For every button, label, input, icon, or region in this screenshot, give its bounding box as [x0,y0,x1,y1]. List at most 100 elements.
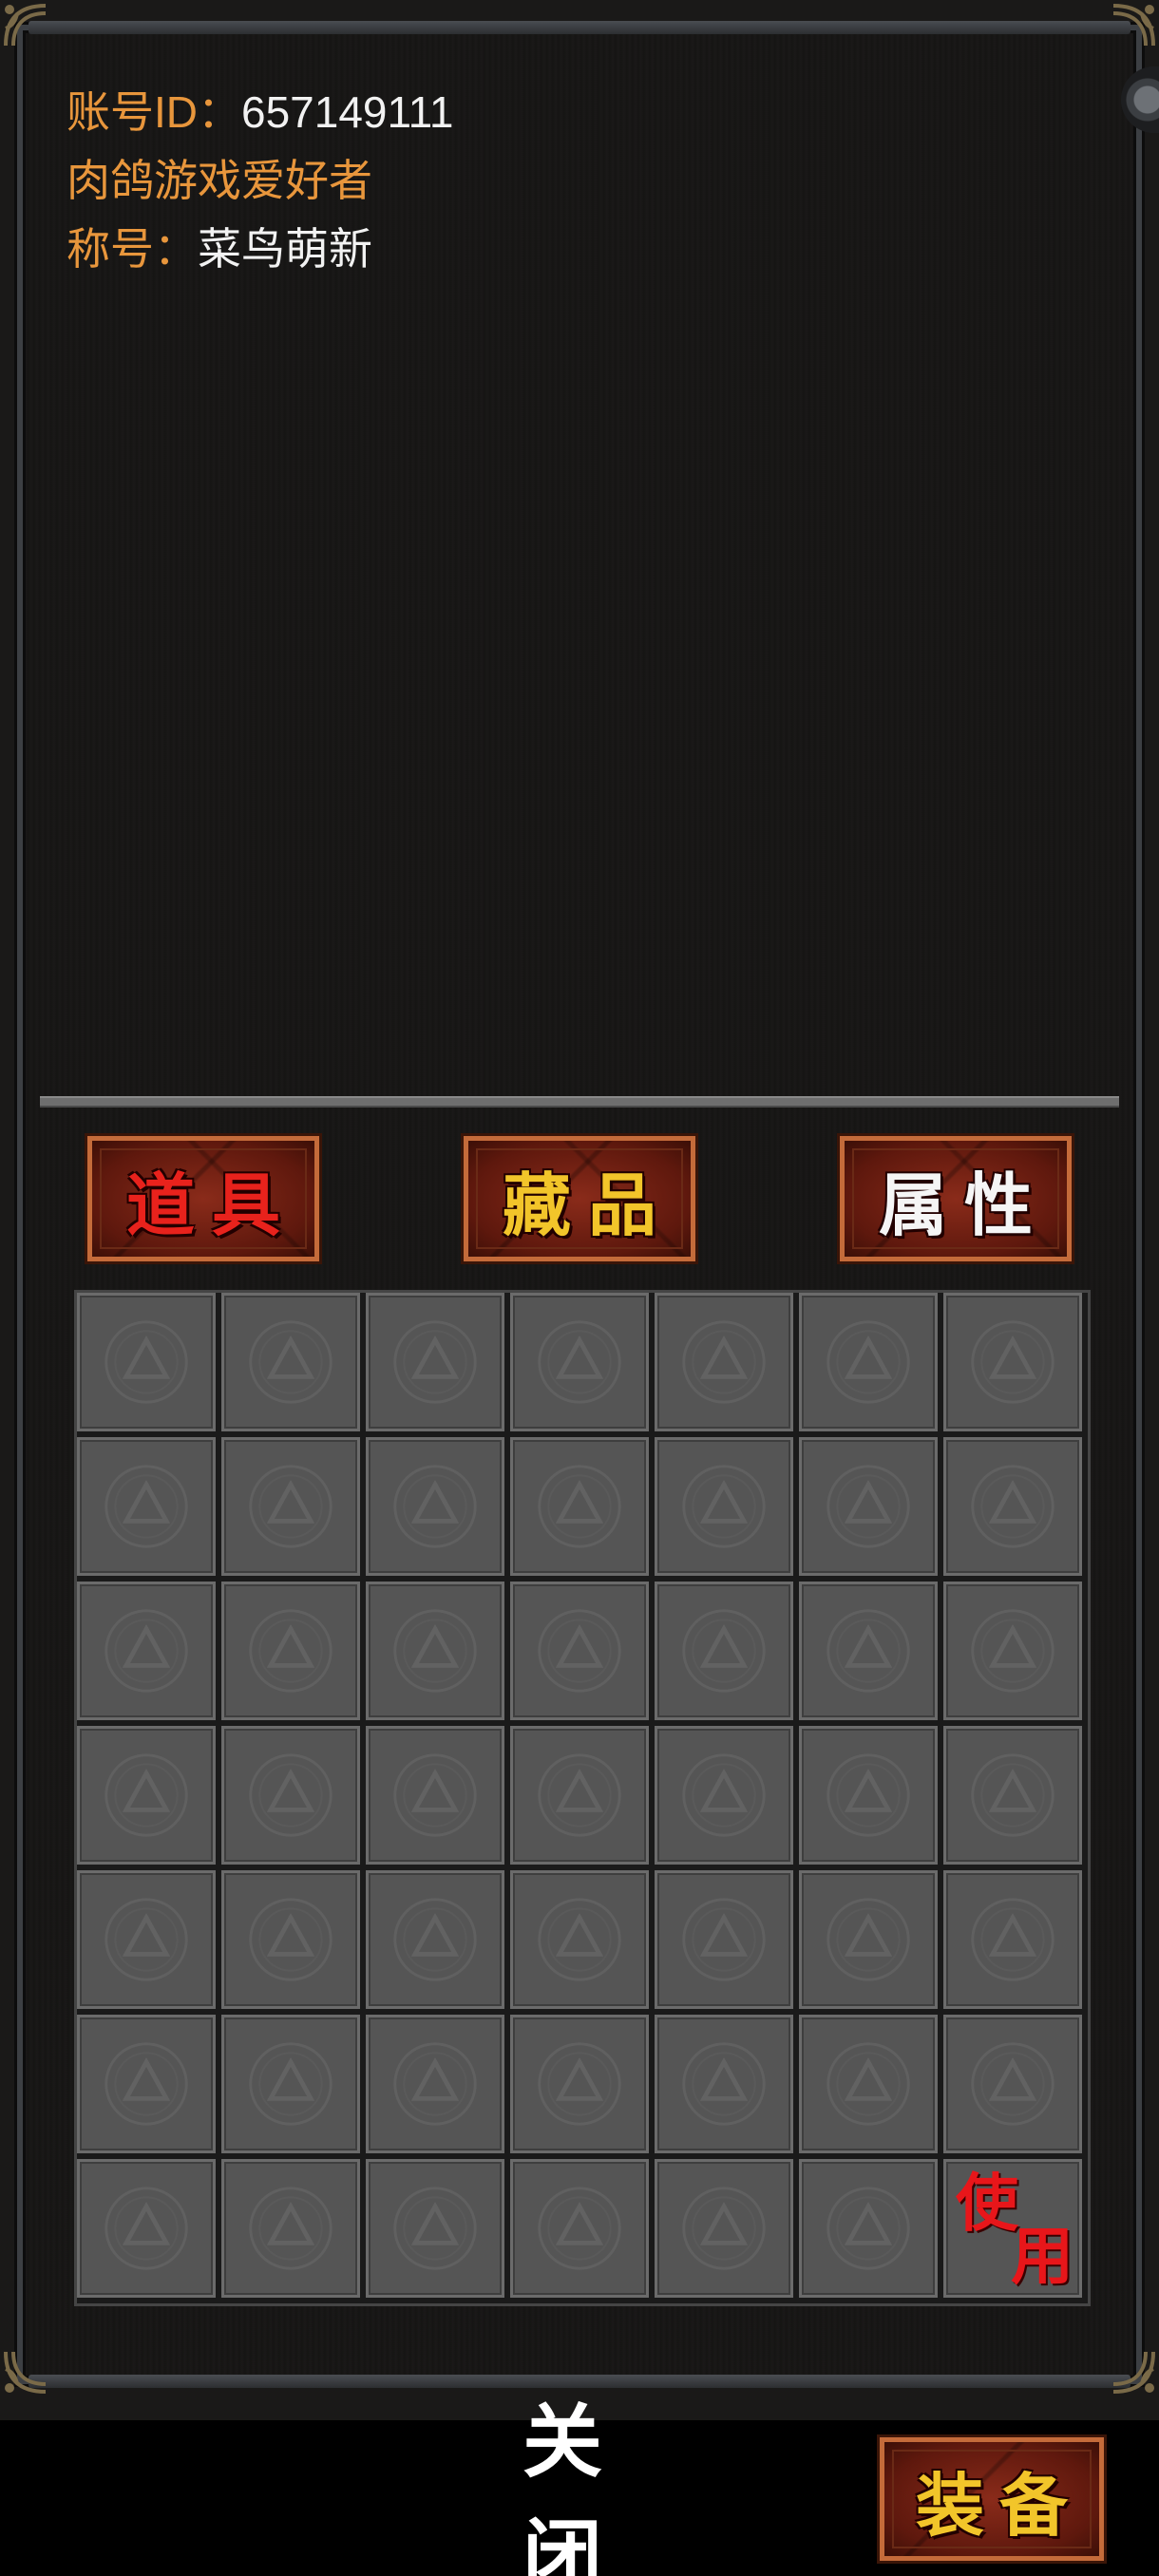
inventory-slot[interactable] [655,1726,793,1865]
inventory-slot[interactable] [366,1293,504,1431]
triangle-emblem-icon [967,1894,1058,1985]
inventory-slot[interactable] [221,1293,360,1431]
triangle-emblem-icon [390,1316,481,1408]
inventory-slot[interactable] [221,1870,360,2009]
triangle-emblem-icon [534,1750,625,1841]
triangle-emblem-icon [101,1316,192,1408]
inventory-slot[interactable] [510,2159,649,2298]
inventory-slot[interactable] [655,2015,793,2153]
inventory-slot[interactable] [77,1293,216,1431]
inventory-slot[interactable] [799,2015,938,2153]
triangle-emblem-icon [823,1461,914,1552]
inventory-slot[interactable] [943,1582,1082,1720]
inventory-slot[interactable] [366,1726,504,1865]
triangle-emblem-icon [245,1894,336,1985]
title-label: 称号： [66,224,198,274]
page: 账号ID：657149111 肉鸽游戏爱好者 称号：菜鸟萌新 道具 藏品 属性 … [0,0,1159,2576]
inventory-slot[interactable] [943,1726,1082,1865]
triangle-emblem-icon [390,2183,481,2274]
inventory-slot[interactable] [943,1437,1082,1576]
inventory-slot[interactable] [77,1870,216,2009]
inventory-slot[interactable] [510,2015,649,2153]
inventory-slot[interactable] [510,1726,649,1865]
tab-items-label: 道具 [125,1167,297,1244]
triangle-emblem-icon [967,2038,1058,2130]
use-label: 使用 [952,2168,1081,2295]
inventory-slot[interactable] [77,2015,216,2153]
triangle-emblem-icon [245,2038,336,2130]
inventory-slot[interactable] [77,2159,216,2298]
inventory-slot[interactable] [366,1870,504,2009]
nickname-row: 肉鸽游戏爱好者 [66,146,453,215]
inventory-slot[interactable] [655,1870,793,2009]
inventory-slot[interactable] [366,1582,504,1720]
triangle-emblem-icon [534,1605,625,1696]
inventory-slot[interactable] [799,1726,938,1865]
triangle-emblem-icon [390,1605,481,1696]
inventory-slot[interactable] [655,1293,793,1431]
triangle-emblem-icon [823,1605,914,1696]
inventory-slot[interactable] [799,1293,938,1431]
panel-top-border [28,21,1130,34]
triangle-emblem-icon [390,1461,481,1552]
triangle-emblem-icon [390,1894,481,1985]
tab-attributes[interactable]: 属性 [837,1133,1074,1264]
inventory-slot[interactable] [510,1870,649,2009]
tab-collection[interactable]: 藏品 [461,1133,698,1264]
triangle-emblem-icon [101,2183,192,2274]
inventory-slot[interactable] [655,1437,793,1576]
triangle-emblem-icon [101,2038,192,2130]
inventory-slot[interactable] [510,1437,649,1576]
inventory-slot[interactable] [366,2015,504,2153]
triangle-emblem-icon [390,2038,481,2130]
triangle-emblem-icon [245,1461,336,1552]
inventory-slot[interactable] [799,1437,938,1576]
triangle-emblem-icon [823,2183,914,2274]
inventory-slot[interactable] [510,1582,649,1720]
inventory-slot[interactable] [799,1870,938,2009]
inventory-slot[interactable] [366,2159,504,2298]
inventory-slot[interactable] [799,2159,938,2298]
inventory-slot[interactable] [221,1582,360,1720]
account-id-label: 账号ID： [66,87,241,137]
use-slot[interactable]: 使用 [943,2159,1082,2298]
close-button[interactable]: 关闭 [466,2397,712,2576]
inventory-slot[interactable] [943,1870,1082,2009]
inventory-slot[interactable] [221,2159,360,2298]
inventory-slot[interactable] [943,2015,1082,2153]
triangle-emblem-icon [678,1894,770,1985]
inventory-slot[interactable] [366,1437,504,1576]
triangle-emblem-icon [534,1316,625,1408]
tab-collection-label: 藏品 [502,1167,674,1244]
title-value: 菜鸟萌新 [198,224,372,274]
triangle-emblem-icon [101,1750,192,1841]
triangle-emblem-icon [101,1894,192,1985]
triangle-emblem-icon [245,1316,336,1408]
triangle-emblem-icon [678,1461,770,1552]
triangle-emblem-icon [245,1605,336,1696]
inventory-slot[interactable] [77,1726,216,1865]
inventory-slot[interactable] [221,1726,360,1865]
inventory-slot[interactable] [655,2159,793,2298]
equip-button[interactable]: 装备 [877,2434,1107,2564]
inventory-slot[interactable] [221,2015,360,2153]
triangle-emblem-icon [967,1750,1058,1841]
triangle-emblem-icon [534,2183,625,2274]
nickname: 肉鸽游戏爱好者 [66,156,372,205]
triangle-emblem-icon [678,1605,770,1696]
triangle-emblem-icon [678,1316,770,1408]
inventory-slot[interactable] [655,1582,793,1720]
triangle-emblem-icon [101,1461,192,1552]
triangle-emblem-icon [678,1750,770,1841]
inventory-slot[interactable] [221,1437,360,1576]
inventory-slot[interactable] [77,1582,216,1720]
triangle-emblem-icon [245,2183,336,2274]
triangle-emblem-icon [823,2038,914,2130]
inventory-slot[interactable] [943,1293,1082,1431]
profile-info: 账号ID：657149111 肉鸽游戏爱好者 称号：菜鸟萌新 [66,78,453,283]
inventory-slot[interactable] [799,1582,938,1720]
tab-items[interactable]: 道具 [85,1133,322,1264]
inventory-slot[interactable] [77,1437,216,1576]
triangle-emblem-icon [967,1461,1058,1552]
inventory-slot[interactable] [510,1293,649,1431]
